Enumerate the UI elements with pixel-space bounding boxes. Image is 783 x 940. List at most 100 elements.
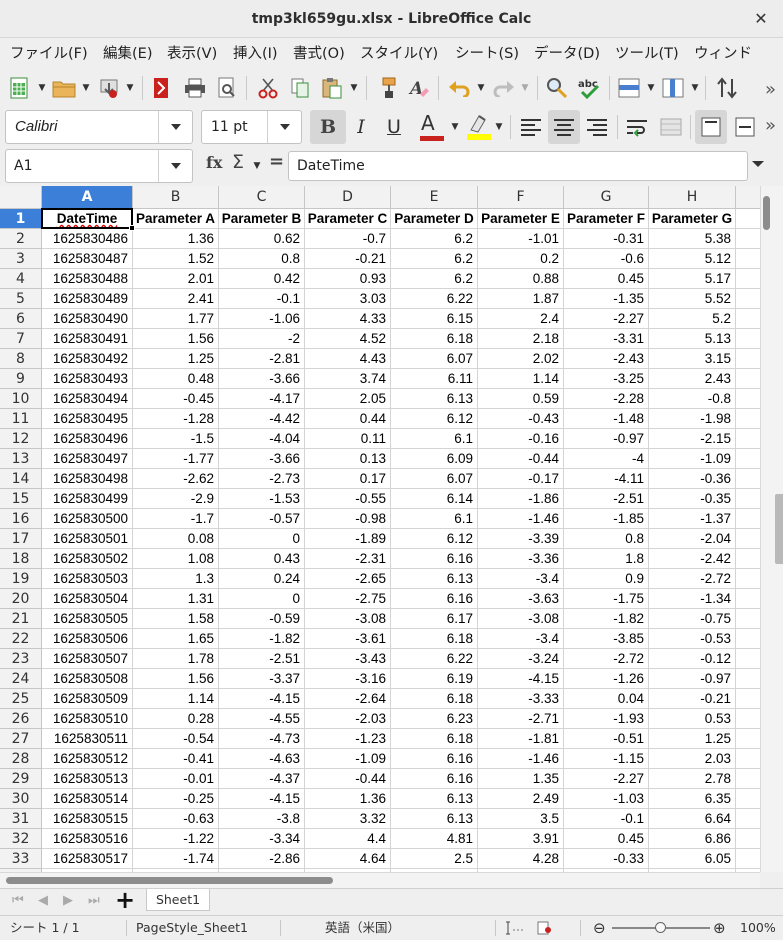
font-color-icon[interactable]: A: [412, 110, 454, 144]
table-cell[interactable]: 5.13: [649, 329, 736, 349]
table-cell[interactable]: -0.41: [133, 749, 219, 769]
row-header[interactable]: 14: [0, 469, 42, 489]
zoom-in-icon[interactable]: ⊕: [713, 916, 726, 940]
table-cell[interactable]: 6.12: [391, 529, 478, 549]
table-cell[interactable]: -1.82: [219, 629, 305, 649]
table-cell[interactable]: 1625830486: [42, 229, 133, 249]
table-cell[interactable]: -0.35: [649, 489, 736, 509]
table-cell[interactable]: 4.43: [305, 349, 391, 369]
table-cell[interactable]: 2.49: [478, 789, 564, 809]
spelling-icon[interactable]: abc: [576, 74, 604, 102]
menu-data[interactable]: データ(D): [534, 40, 600, 68]
open-folder-icon[interactable]: [50, 74, 78, 102]
table-cell[interactable]: 6.17: [391, 609, 478, 629]
table-cell[interactable]: -1.74: [133, 849, 219, 869]
table-cell[interactable]: -1.93: [564, 709, 649, 729]
table-cell[interactable]: 5.38: [649, 229, 736, 249]
table-cell[interactable]: -2.42: [649, 549, 736, 569]
table-cell[interactable]: 1625830517: [42, 849, 133, 869]
column-header-b[interactable]: B: [133, 186, 219, 209]
table-cell[interactable]: 1625830494: [42, 389, 133, 409]
table-cell[interactable]: -3.4: [478, 569, 564, 589]
chevron-down-icon[interactable]: ▼: [125, 74, 135, 102]
table-cell[interactable]: -1.81: [478, 729, 564, 749]
align-right-icon[interactable]: [583, 112, 611, 142]
print-preview-icon[interactable]: [213, 74, 241, 102]
row-header[interactable]: 20: [0, 589, 42, 609]
table-cell[interactable]: -2.31: [305, 549, 391, 569]
menu-insert[interactable]: 挿入(I): [233, 40, 278, 68]
chevron-down-icon[interactable]: ▼: [450, 113, 460, 141]
table-cell[interactable]: 0.8: [219, 249, 305, 269]
insert-mode-icon[interactable]: [506, 921, 524, 938]
table-cell[interactable]: 1.25: [133, 349, 219, 369]
table-cell[interactable]: 1625830507: [42, 649, 133, 669]
zoom-level[interactable]: 100%: [740, 916, 776, 940]
export-pdf-icon[interactable]: [147, 74, 175, 102]
table-cell[interactable]: 6.18: [391, 689, 478, 709]
table-cell[interactable]: -2.51: [564, 489, 649, 509]
table-cell[interactable]: -1.06: [219, 309, 305, 329]
table-cell[interactable]: -3.66: [219, 449, 305, 469]
menu-view[interactable]: 表示(V): [167, 40, 217, 68]
row-header[interactable]: 23: [0, 649, 42, 669]
column-header-d[interactable]: D: [305, 186, 391, 209]
table-cell[interactable]: 0.45: [564, 829, 649, 849]
table-cell[interactable]: 1.25: [649, 729, 736, 749]
align-left-icon[interactable]: [517, 112, 545, 142]
table-cell[interactable]: -0.57: [219, 509, 305, 529]
next-sheet-icon[interactable]: ▶: [63, 893, 73, 908]
table-cell[interactable]: -3.37: [219, 669, 305, 689]
table-cell[interactable]: 0.42: [219, 269, 305, 289]
formula-input[interactable]: DateTime: [288, 151, 748, 181]
table-cell[interactable]: 0.08: [133, 529, 219, 549]
table-cell[interactable]: 6.35: [649, 789, 736, 809]
row-header[interactable]: 13: [0, 449, 42, 469]
row-header[interactable]: 31: [0, 809, 42, 829]
chevron-down-icon[interactable]: ▼: [37, 74, 47, 102]
row-icon[interactable]: [615, 74, 643, 102]
table-cell[interactable]: -3.33: [478, 689, 564, 709]
table-cell[interactable]: -3.08: [305, 609, 391, 629]
table-cell[interactable]: 4.33: [305, 309, 391, 329]
italic-icon[interactable]: I: [346, 110, 376, 144]
chevron-down-icon[interactable]: [267, 111, 301, 143]
chevron-down-icon[interactable]: ▼: [494, 113, 504, 141]
table-cell[interactable]: -0.36: [649, 469, 736, 489]
table-cell[interactable]: -0.97: [649, 669, 736, 689]
row-header[interactable]: 8: [0, 349, 42, 369]
copy-icon[interactable]: [286, 74, 314, 102]
table-cell[interactable]: -4.15: [478, 669, 564, 689]
cut-icon[interactable]: [254, 74, 282, 102]
table-cell[interactable]: 2.02: [478, 349, 564, 369]
table-cell[interactable]: -1.77: [133, 449, 219, 469]
select-all-corner[interactable]: [0, 186, 42, 209]
header-cell[interactable]: Parameter E: [478, 209, 564, 229]
print-icon[interactable]: [181, 74, 209, 102]
table-cell[interactable]: -1.28: [133, 409, 219, 429]
table-cell[interactable]: -0.44: [305, 769, 391, 789]
table-cell[interactable]: 1625830500: [42, 509, 133, 529]
table-cell[interactable]: -2.86: [219, 849, 305, 869]
table-cell[interactable]: -2.75: [305, 589, 391, 609]
table-cell[interactable]: 1625830496: [42, 429, 133, 449]
chevron-down-icon[interactable]: [158, 150, 192, 182]
more-toolbar-icon[interactable]: »: [765, 79, 776, 100]
table-cell[interactable]: -4: [564, 449, 649, 469]
table-cell[interactable]: -2.43: [564, 349, 649, 369]
table-cell[interactable]: 4.4: [305, 829, 391, 849]
zoom-slider-handle[interactable]: [655, 922, 666, 933]
table-cell[interactable]: 3.32: [305, 809, 391, 829]
table-cell[interactable]: 0.48: [133, 369, 219, 389]
sort-icon[interactable]: [713, 74, 741, 102]
wrap-text-icon[interactable]: [624, 112, 652, 142]
table-cell[interactable]: -0.55: [305, 489, 391, 509]
underline-icon[interactable]: U: [378, 110, 410, 144]
menu-styles[interactable]: スタイル(Y): [360, 40, 438, 68]
table-cell[interactable]: 6.2: [391, 249, 478, 269]
table-cell[interactable]: -2.27: [564, 309, 649, 329]
table-cell[interactable]: 6.14: [391, 489, 478, 509]
table-cell[interactable]: -1.7: [133, 509, 219, 529]
table-cell[interactable]: -3.36: [478, 549, 564, 569]
row-header[interactable]: 18: [0, 549, 42, 569]
